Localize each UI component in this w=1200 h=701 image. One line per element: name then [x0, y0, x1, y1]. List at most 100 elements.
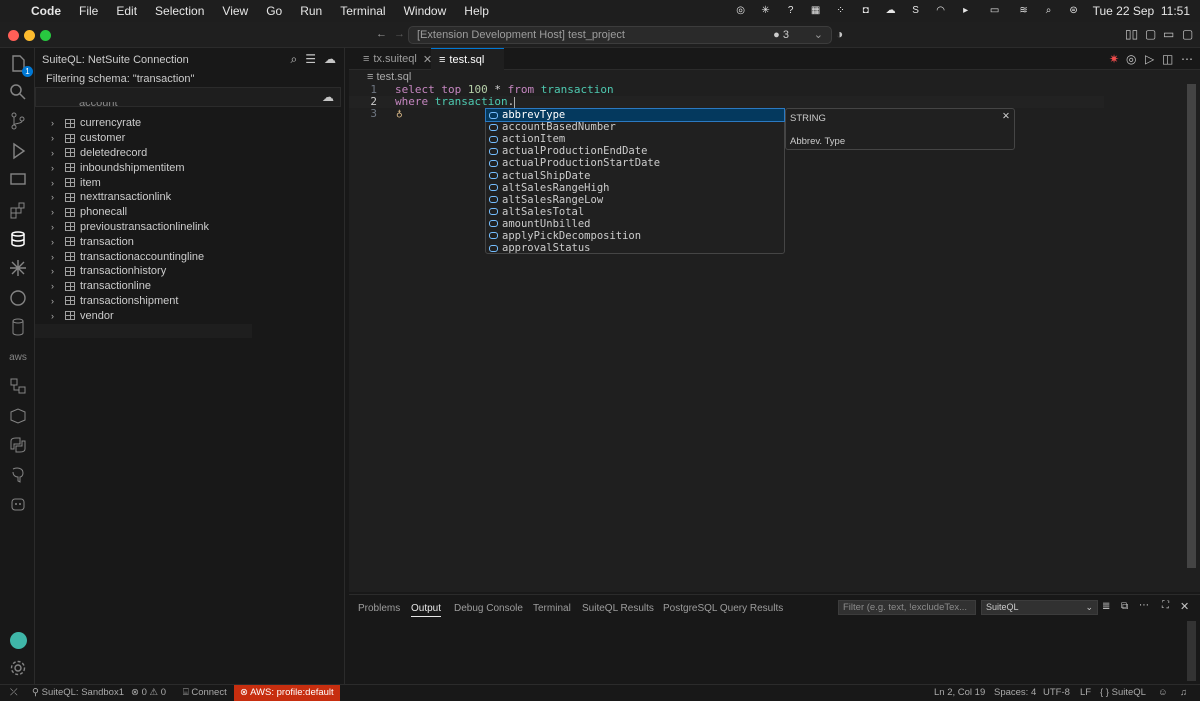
tree-item[interactable]: › transactionaccountingline: [35, 249, 252, 264]
extension-icon[interactable]: ▦: [810, 5, 822, 17]
extensions-icon[interactable]: [6, 198, 30, 222]
status-problems[interactable]: ⊗ 0 ⚠ 0: [131, 687, 166, 698]
indentation[interactable]: Spaces: 4: [994, 687, 1036, 698]
suggestion-item[interactable]: amountUnbilled: [486, 218, 784, 230]
copilot-status-icon[interactable]: ☺: [1158, 687, 1168, 698]
tree-item[interactable]: › transactionline: [35, 279, 252, 294]
forward-arrow-icon[interactable]: →: [394, 28, 405, 40]
chevron-right-icon[interactable]: ›: [51, 252, 59, 262]
chevron-right-icon[interactable]: ›: [51, 133, 59, 143]
control-center-icon[interactable]: ⊜: [1068, 5, 1080, 17]
editor-scrollbar[interactable]: [1187, 84, 1196, 568]
cloud-add-icon[interactable]: ☁: [322, 90, 334, 104]
output-filter-input[interactable]: Filter (e.g. text, !excludeTex...: [838, 600, 976, 615]
code-line-2[interactable]: 2 where transaction.: [349, 96, 1104, 108]
cloud-add-icon[interactable]: ☁: [324, 52, 336, 67]
suggestion-item[interactable]: actualProductionStartDate: [486, 157, 784, 169]
copilot-icon[interactable]: ⌄: [814, 27, 823, 43]
menu-edit[interactable]: Edit: [107, 4, 146, 18]
source-control-icon[interactable]: [6, 109, 30, 133]
chevron-right-icon[interactable]: ›: [51, 281, 59, 291]
status-connection[interactable]: ⚲ SuiteQL: Sandbox1: [32, 687, 124, 698]
tab-tx-suiteql[interactable]: ≡ tx.suiteql ✕: [355, 48, 432, 70]
tree-item[interactable]: › transactionhistory: [35, 264, 252, 279]
tree-item[interactable]: › inboundshipmentitem: [35, 160, 252, 175]
chevron-right-icon[interactable]: ›: [51, 311, 59, 321]
camera-icon[interactable]: ◘: [860, 5, 872, 17]
panel-tab-suiteql-results[interactable]: SuiteQL Results: [582, 601, 654, 616]
command-center[interactable]: [Extension Development Host] test_projec…: [408, 26, 832, 44]
tree-item[interactable]: › item: [35, 175, 252, 190]
database-icon[interactable]: [6, 227, 30, 251]
zoom-window-button[interactable]: [40, 30, 51, 41]
tree-item[interactable]: › vendor: [35, 308, 252, 323]
chevron-right-icon[interactable]: ›: [51, 163, 59, 173]
menu-app-name[interactable]: Code: [22, 4, 70, 18]
menu-view[interactable]: View: [213, 4, 257, 18]
dots-icon[interactable]: ⁘: [835, 5, 847, 17]
tree-item[interactable]: › nexttransactionlink: [35, 190, 252, 205]
chevron-right-icon[interactable]: ›: [51, 178, 59, 188]
tree-item[interactable]: › phonecall: [35, 205, 252, 220]
help-icon[interactable]: ?: [785, 5, 797, 17]
tree-item[interactable]: › currencyrate: [35, 116, 252, 131]
accounts-icon[interactable]: ◑: [836, 27, 843, 41]
split-editor-icon[interactable]: ◫: [1162, 52, 1173, 66]
chevron-right-icon[interactable]: ›: [51, 207, 59, 217]
suggestion-item[interactable]: actionItem: [486, 133, 784, 145]
chevron-right-icon[interactable]: ›: [51, 266, 59, 276]
wifi-icon[interactable]: ≋: [1018, 5, 1030, 17]
cube-link-icon[interactable]: [6, 374, 30, 398]
tab-test-sql[interactable]: ≡ test.sql: [431, 48, 504, 70]
s-icon[interactable]: S: [910, 5, 922, 17]
run-debug-icon[interactable]: [6, 139, 30, 163]
panel-tab-postgres-results[interactable]: PostgreSQL Query Results: [663, 601, 783, 616]
sparkle-icon[interactable]: ✳: [760, 5, 772, 17]
cursor-position[interactable]: Ln 2, Col 19: [934, 687, 985, 698]
suggestion-item[interactable]: actualShipDate: [486, 169, 784, 182]
aws-icon[interactable]: aws: [6, 345, 30, 369]
notifications-icon[interactable]: ♫: [1180, 687, 1187, 698]
chevron-right-icon[interactable]: ›: [51, 296, 59, 306]
gauge-icon[interactable]: ◠: [935, 5, 947, 17]
encoding[interactable]: UTF-8: [1043, 687, 1070, 698]
account-avatar[interactable]: [6, 628, 30, 652]
search-view-icon[interactable]: [6, 80, 30, 104]
search-icon[interactable]: ⌕: [1043, 5, 1055, 17]
lightbulb-icon[interactable]: ♁: [396, 108, 403, 120]
tree-item[interactable]: › customer: [35, 131, 252, 146]
layout-icon[interactable]: ▯▯: [1125, 27, 1138, 41]
battery-icon[interactable]: ▭: [985, 5, 1005, 17]
spark-icon[interactable]: ✷: [1109, 52, 1119, 66]
menu-selection[interactable]: Selection: [146, 4, 213, 18]
more-actions-icon[interactable]: ⋯: [1139, 600, 1149, 611]
box-icon[interactable]: [6, 404, 30, 428]
clock[interactable]: Tue 22 Sep 11:51: [1093, 4, 1190, 18]
sparkle-view-icon[interactable]: [6, 256, 30, 280]
search-icon[interactable]: ⌕: [291, 52, 298, 67]
more-actions-icon[interactable]: ⋯: [1181, 52, 1193, 66]
suggestion-item[interactable]: abbrevType: [485, 107, 785, 123]
chevron-right-icon[interactable]: ›: [51, 192, 59, 202]
chevron-right-icon[interactable]: ›: [51, 148, 59, 158]
panel-tab-debug-console[interactable]: Debug Console: [454, 601, 523, 616]
menu-file[interactable]: File: [70, 4, 107, 18]
output-channel-select[interactable]: SuiteQL ⌄: [981, 600, 1098, 615]
toggle-panel-icon[interactable]: ▭: [1163, 27, 1174, 41]
chevron-right-icon[interactable]: ›: [51, 237, 59, 247]
chevron-right-icon[interactable]: ›: [51, 118, 59, 128]
panel-tab-problems[interactable]: Problems: [358, 601, 400, 616]
close-panel-icon[interactable]: ✕: [1180, 600, 1189, 613]
back-arrow-icon[interactable]: ←: [376, 28, 387, 40]
chatgpt-icon[interactable]: ◎: [735, 5, 747, 17]
menu-terminal[interactable]: Terminal: [331, 4, 394, 18]
filter-list-icon[interactable]: ☰: [305, 52, 316, 67]
tree-item[interactable]: › transaction: [35, 234, 252, 249]
status-connect[interactable]: ⌸ Connect: [183, 687, 227, 698]
copilot-robot-icon[interactable]: [6, 492, 30, 516]
toggle-secondary-icon[interactable]: ▢: [1182, 27, 1193, 41]
open-editor-icon[interactable]: ⧉: [1121, 601, 1128, 612]
explorer-icon[interactable]: 1: [6, 52, 33, 77]
language-mode[interactable]: { } SuiteQL: [1100, 687, 1146, 698]
postgres-icon[interactable]: [6, 463, 30, 487]
